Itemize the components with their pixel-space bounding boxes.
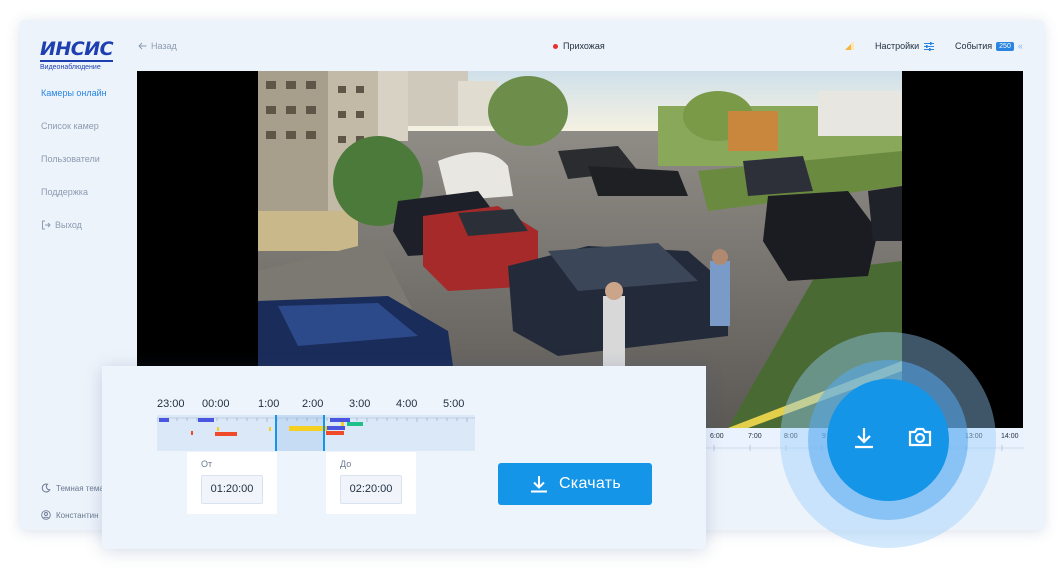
timeline-label: 14:00: [1001, 433, 1019, 440]
camera-icon[interactable]: [908, 426, 932, 448]
logout-icon: [42, 220, 51, 230]
range-end-handle[interactable]: [323, 415, 325, 451]
theme-toggle-label: Темная тема: [56, 483, 104, 493]
range-from-label: От: [201, 459, 213, 469]
back-label: Назад: [151, 41, 177, 51]
timeline-hour: 2:00: [302, 398, 324, 410]
event-marker[interactable]: [327, 426, 345, 430]
timeline-label: 7:00: [748, 433, 762, 440]
event-marker[interactable]: [198, 418, 214, 422]
settings-button[interactable]: Настройки: [875, 41, 935, 51]
topbar: Назад Прихожая Настройки События 250 «: [138, 40, 1028, 56]
download-icon: [530, 476, 547, 493]
event-marker[interactable]: [217, 427, 219, 431]
timeline-hour: 3:00: [349, 398, 371, 410]
range-to-box: До 02:20:00: [326, 452, 416, 514]
logo-tagline: Видеонаблюдение: [40, 64, 101, 71]
sidebar-item-cameras-online[interactable]: Камеры онлайн: [41, 88, 107, 98]
sidebar-item-users[interactable]: Пользователи: [41, 154, 100, 164]
camera-name: Прихожая: [563, 41, 605, 51]
event-marker[interactable]: [159, 418, 169, 422]
settings-label: Настройки: [875, 41, 920, 51]
event-marker[interactable]: [215, 432, 237, 436]
range-from-box: От 01:20:00: [187, 452, 277, 514]
download-label: Скачать: [558, 475, 622, 492]
range-to-input[interactable]: 02:20:00: [340, 475, 402, 504]
event-marker[interactable]: [347, 422, 363, 426]
range-start-handle[interactable]: [275, 415, 277, 451]
signal-icon: [845, 41, 854, 50]
sidebar-item-logout-label: Выход: [55, 220, 82, 230]
timeline-hour: 23:00: [157, 398, 185, 410]
timeline-hour: 00:00: [202, 398, 230, 410]
chevrons-left-icon[interactable]: «: [1018, 41, 1023, 51]
record-dot-icon: [553, 43, 558, 49]
sidebar-item-camera-list[interactable]: Список камер: [41, 121, 99, 131]
events-label: События: [955, 41, 993, 51]
event-marker[interactable]: [330, 418, 350, 422]
sliders-icon: [924, 41, 935, 51]
timeline-hour: 5:00: [443, 398, 465, 410]
timeline-hour: 1:00: [258, 398, 280, 410]
events-count-badge: 250: [996, 41, 1014, 51]
event-marker[interactable]: [289, 426, 327, 431]
camera-title: Прихожая: [553, 41, 605, 51]
user-icon: [41, 510, 51, 520]
export-panel: 23:00 00:00 1:00 2:00 3:00 4:00 5:00 От …: [102, 366, 706, 549]
logo-brand: ИНСИС: [40, 38, 114, 62]
sidebar-item-support[interactable]: Поддержка: [41, 187, 88, 197]
range-from-input[interactable]: 01:20:00: [201, 475, 263, 504]
event-marker[interactable]: [269, 427, 271, 431]
moon-icon: [41, 483, 51, 493]
back-button[interactable]: Назад: [138, 41, 177, 51]
arrow-left-icon: [138, 42, 147, 50]
logo[interactable]: ИНСИС Видеонаблюдение: [40, 40, 120, 71]
export-timeline[interactable]: [157, 415, 475, 451]
event-marker[interactable]: [326, 431, 344, 435]
download-button[interactable]: Скачать: [498, 463, 652, 505]
download-icon[interactable]: [853, 426, 875, 450]
timeline-label: 6:00: [710, 433, 724, 440]
timeline-hour: 4:00: [396, 398, 418, 410]
event-marker[interactable]: [191, 431, 193, 435]
user-name: Константин: [56, 510, 99, 520]
event-marker[interactable]: [341, 422, 344, 426]
range-to-label: До: [340, 459, 352, 469]
events-button[interactable]: События 250 «: [955, 41, 1023, 51]
sidebar-item-logout[interactable]: Выход: [41, 220, 82, 230]
